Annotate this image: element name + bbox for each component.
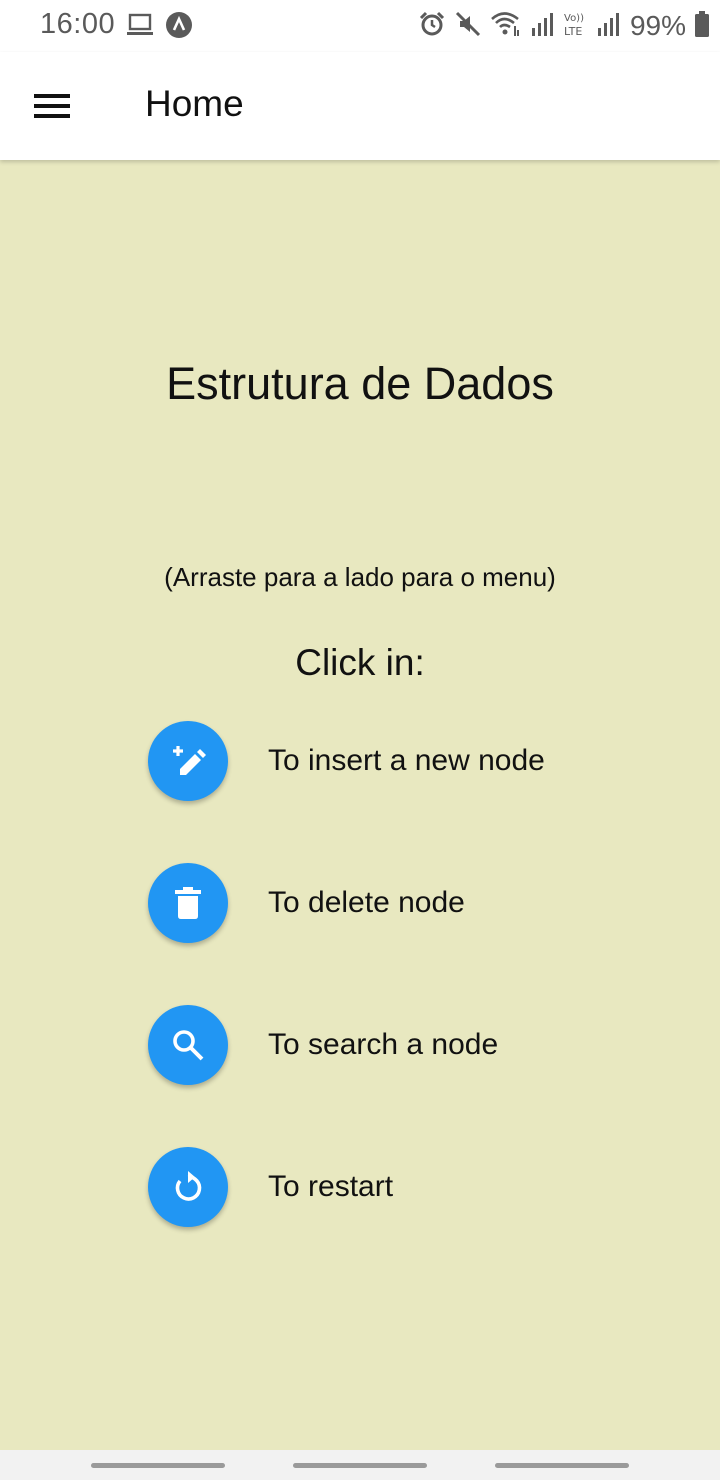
- main-content: Estrutura de Dados (Arraste para a lado …: [0, 160, 720, 1450]
- delete-node-label: To delete node: [268, 886, 465, 919]
- laptop-icon: [126, 13, 154, 42]
- restart-button[interactable]: [148, 1147, 228, 1227]
- restart-label: To restart: [268, 1170, 394, 1203]
- search-node-label: To search a node: [268, 1028, 499, 1061]
- page-title: Home: [145, 83, 244, 124]
- signal-icon: [530, 10, 554, 43]
- delete-node-row: To delete node: [148, 862, 465, 944]
- restart-row: To restart: [148, 1146, 393, 1228]
- volte-icon: Vo)) LTE: [562, 10, 588, 43]
- insert-node-label: To insert a new node: [268, 744, 545, 777]
- navigation-bar: [0, 1450, 720, 1480]
- status-time: 16:00: [40, 8, 116, 40]
- nav-home-handle[interactable]: [293, 1463, 427, 1468]
- nav-recents-handle[interactable]: [91, 1463, 225, 1468]
- battery-icon: [694, 10, 710, 43]
- insert-node-button[interactable]: [148, 721, 228, 801]
- status-bar: 16:00 Vo)) LTE 99%: [0, 0, 720, 52]
- trash-icon: [175, 887, 201, 919]
- hamburger-menu-icon: [34, 94, 70, 118]
- click-in-label: Click in:: [295, 642, 425, 683]
- signal-icon: [596, 10, 620, 43]
- search-node-row: To search a node: [148, 1004, 498, 1086]
- insert-node-row: To insert a new node: [148, 720, 545, 802]
- app-circle-icon: [165, 11, 193, 44]
- search-node-button[interactable]: [148, 1005, 228, 1085]
- swipe-hint: (Arraste para a lado para o menu): [164, 562, 556, 592]
- svg-text:LTE: LTE: [564, 25, 582, 38]
- svg-text:Vo)): Vo)): [564, 13, 584, 24]
- menu-button[interactable]: [22, 76, 82, 136]
- nav-back-handle[interactable]: [495, 1463, 629, 1468]
- wifi-icon: [490, 10, 522, 43]
- app-bar: Home: [0, 52, 720, 160]
- status-icons: Vo)) LTE 99%: [418, 10, 710, 42]
- battery-percent: 99%: [629, 10, 686, 41]
- restart-icon: [175, 1171, 202, 1201]
- mute-icon: [454, 10, 482, 43]
- edit-plus-icon: [173, 746, 206, 775]
- headline: Estrutura de Dados: [166, 358, 554, 409]
- search-icon: [173, 1030, 204, 1061]
- alarm-icon: [418, 10, 446, 43]
- delete-node-button[interactable]: [148, 863, 228, 943]
